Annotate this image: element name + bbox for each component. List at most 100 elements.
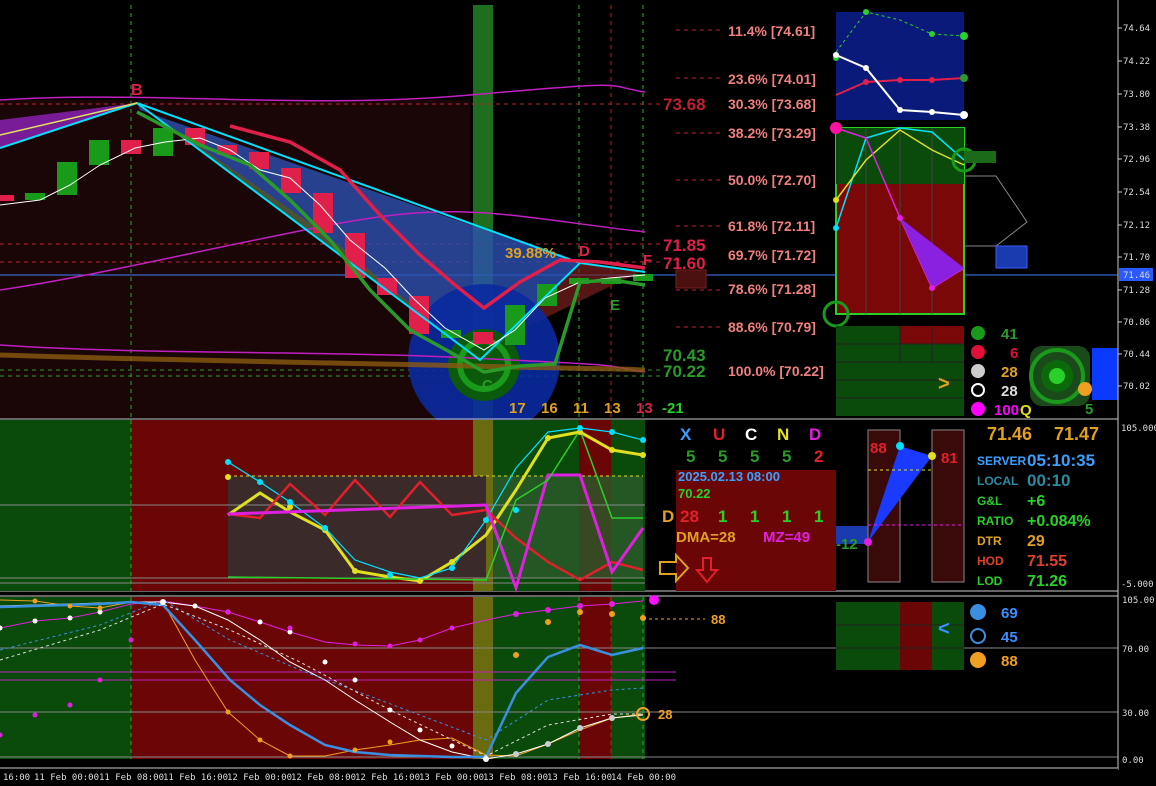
main-price-panel[interactable]: B C D E F 39.88% 73.68 71.85 71.60 70.43…: [0, 0, 1118, 436]
price-axis-label-9: 71.28: [1123, 286, 1150, 296]
stat-value-local: 00:10: [1027, 471, 1070, 490]
osc-tag-28: 28: [658, 707, 672, 722]
stat-value-hod: 71.55: [1027, 553, 1067, 570]
price-axis-label-6: 72.12: [1123, 221, 1150, 231]
xucnd-d-value-3: 1: [782, 507, 791, 526]
price-axis-label-10: 70.86: [1123, 318, 1150, 328]
stat-label-local: LOCAL: [977, 474, 1018, 488]
sub1-axis-bottom: -5.000: [1121, 580, 1154, 590]
price-axis[interactable]: 74.64 74.22 73.80 73.38 72.96 72.54 72.1…: [1117, 0, 1156, 786]
sub2-axis-0: 0.00: [1122, 756, 1144, 766]
xucnd-header-n: N: [777, 425, 789, 444]
stat-label-server: SERVER: [977, 454, 1026, 468]
stat-ask: 71.47: [1054, 424, 1099, 444]
oscillator-panel-2[interactable]: 88 28 < 69 45 88: [0, 595, 1118, 762]
xucnd-value-3: 5: [782, 447, 791, 466]
fib-level-7: 78.6% [71.28]: [728, 281, 816, 297]
xucnd-mz: MZ=49: [763, 529, 810, 546]
xucnd-d-value-0: 28: [680, 507, 699, 526]
price-axis-label-5: 72.54: [1123, 188, 1150, 198]
time-label-6: 12 Feb 16:00: [355, 773, 420, 783]
mini-value-81: 81: [941, 450, 958, 467]
price-axis-label-0: 74.64: [1123, 24, 1150, 34]
time-label-2: 11 Feb 08:00: [99, 773, 164, 783]
fib-level-6: 69.7% [71.72]: [728, 247, 816, 263]
status-dot-value-2: 28: [1001, 364, 1018, 381]
time-label-7: 13 Feb 00:00: [419, 773, 484, 783]
time-label-0: 16:00: [3, 773, 30, 783]
osc-tag-88: 88: [711, 612, 725, 627]
osc-right-2: 88: [1001, 653, 1018, 670]
fib-level-3: 38.2% [73.29]: [728, 125, 816, 141]
xucnd-d-value-4: 1: [814, 507, 823, 526]
xucnd-header-d: D: [809, 425, 821, 444]
counter-5: -21: [662, 400, 684, 417]
chart-stage: B C D E F 39.88% 73.68 71.85 71.60 70.43…: [0, 0, 1156, 786]
svg-text:>: >: [938, 373, 950, 395]
time-label-10: 14 Feb 00:00: [611, 773, 676, 783]
stat-value-lod: 71.26: [1027, 573, 1067, 590]
price-axis-label-12: 70.02: [1123, 382, 1150, 392]
sub2-axis-30: 30.00: [1122, 709, 1149, 719]
point-b-label: B: [131, 82, 143, 99]
counter-4: 13: [636, 400, 653, 417]
fib-level-2: 30.3% [73.68]: [728, 96, 816, 112]
stat-label-dtr: DTR: [977, 534, 1002, 548]
counter-0: 17: [509, 400, 526, 417]
sub2-axis-70: 70.00: [1122, 645, 1149, 655]
mini-value-neg12: -12: [836, 536, 858, 553]
status-dot-value-0: 41: [1001, 326, 1018, 343]
osc-right-1: 45: [1001, 629, 1018, 646]
stat-value-gl: +6: [1027, 493, 1045, 510]
arrow-left-icon: <: [938, 618, 950, 640]
xucnd-price: 70.22: [678, 486, 711, 501]
stats-panel: 71.46 71.47 SERVER 05:10:35 LOCAL 00:10 …: [977, 424, 1099, 590]
price-axis-label-1: 74.22: [1123, 57, 1150, 67]
price-tag-7022: 70.22: [663, 362, 706, 381]
xucnd-d-label: D: [662, 507, 674, 526]
fib-level-0: 11.4% [74.61]: [728, 23, 815, 39]
counter-1: 16: [541, 400, 558, 417]
price-axis-label-4: 72.96: [1123, 155, 1150, 165]
status-dot-value-1: 6: [1010, 345, 1018, 362]
price-axis-label-2: 73.80: [1123, 90, 1150, 100]
fib-level-9: 100.0% [70.22]: [728, 363, 824, 379]
stat-value-ratio: +0.084%: [1027, 513, 1091, 530]
sub2-axis-105: 105.00: [1122, 596, 1155, 606]
point-e-label: E: [610, 297, 620, 314]
xucnd-header-c: C: [745, 425, 757, 444]
mini-bars-panel: 88 81 -12: [836, 429, 965, 583]
fib-level-4: 50.0% [72.70]: [728, 172, 816, 188]
xucnd-value-0: 5: [686, 447, 695, 466]
status-dot-value-4: 100: [994, 402, 1019, 419]
xucnd-header-u: U: [713, 425, 725, 444]
time-label-8: 13 Feb 08:00: [483, 773, 548, 783]
fib-level-1: 23.6% [74.01]: [728, 71, 816, 87]
price-tag-7185: 71.85: [663, 236, 706, 255]
xucnd-dma: DMA=28: [676, 529, 736, 546]
price-axis-label-11: 70.44: [1123, 350, 1150, 360]
current-price-label: 71.46: [1123, 271, 1150, 281]
counter-2: 11: [573, 400, 589, 417]
xucnd-header-x: X: [680, 425, 692, 444]
stat-bid: 71.46: [987, 424, 1032, 444]
fib-level-5: 61.8% [72.11]: [728, 218, 815, 234]
time-label-5: 12 Feb 08:00: [291, 773, 356, 783]
q-label: Q: [1020, 402, 1032, 419]
xucnd-datetime: 2025.02.13 08:00: [678, 469, 780, 484]
mini-value-88: 88: [870, 440, 887, 457]
xucnd-value-4: 2: [814, 447, 823, 466]
sub1-axis-top: 105.000: [1121, 424, 1156, 434]
xucnd-d-value-2: 1: [750, 507, 759, 526]
ratio-label: 39.88%: [505, 245, 556, 262]
xucnd-value-2: 5: [750, 447, 759, 466]
time-label-9: 13 Feb 16:00: [547, 773, 612, 783]
osc-right-0: 69: [1001, 605, 1018, 622]
time-axis[interactable]: 16:00 11 Feb 00:00 11 Feb 08:00 11 Feb 1…: [0, 767, 1118, 786]
price-tag-7368: 73.68: [663, 95, 706, 114]
xucnd-value-1: 5: [718, 447, 727, 466]
time-label-3: 11 Feb 16:00: [163, 773, 228, 783]
q-value: 5: [1085, 401, 1093, 418]
stat-value-dtr: 29: [1027, 533, 1045, 550]
oscillator-panel-1[interactable]: X U C N D 5 5 5 5 2 2025.02.13 08:00 70.…: [0, 420, 1099, 593]
